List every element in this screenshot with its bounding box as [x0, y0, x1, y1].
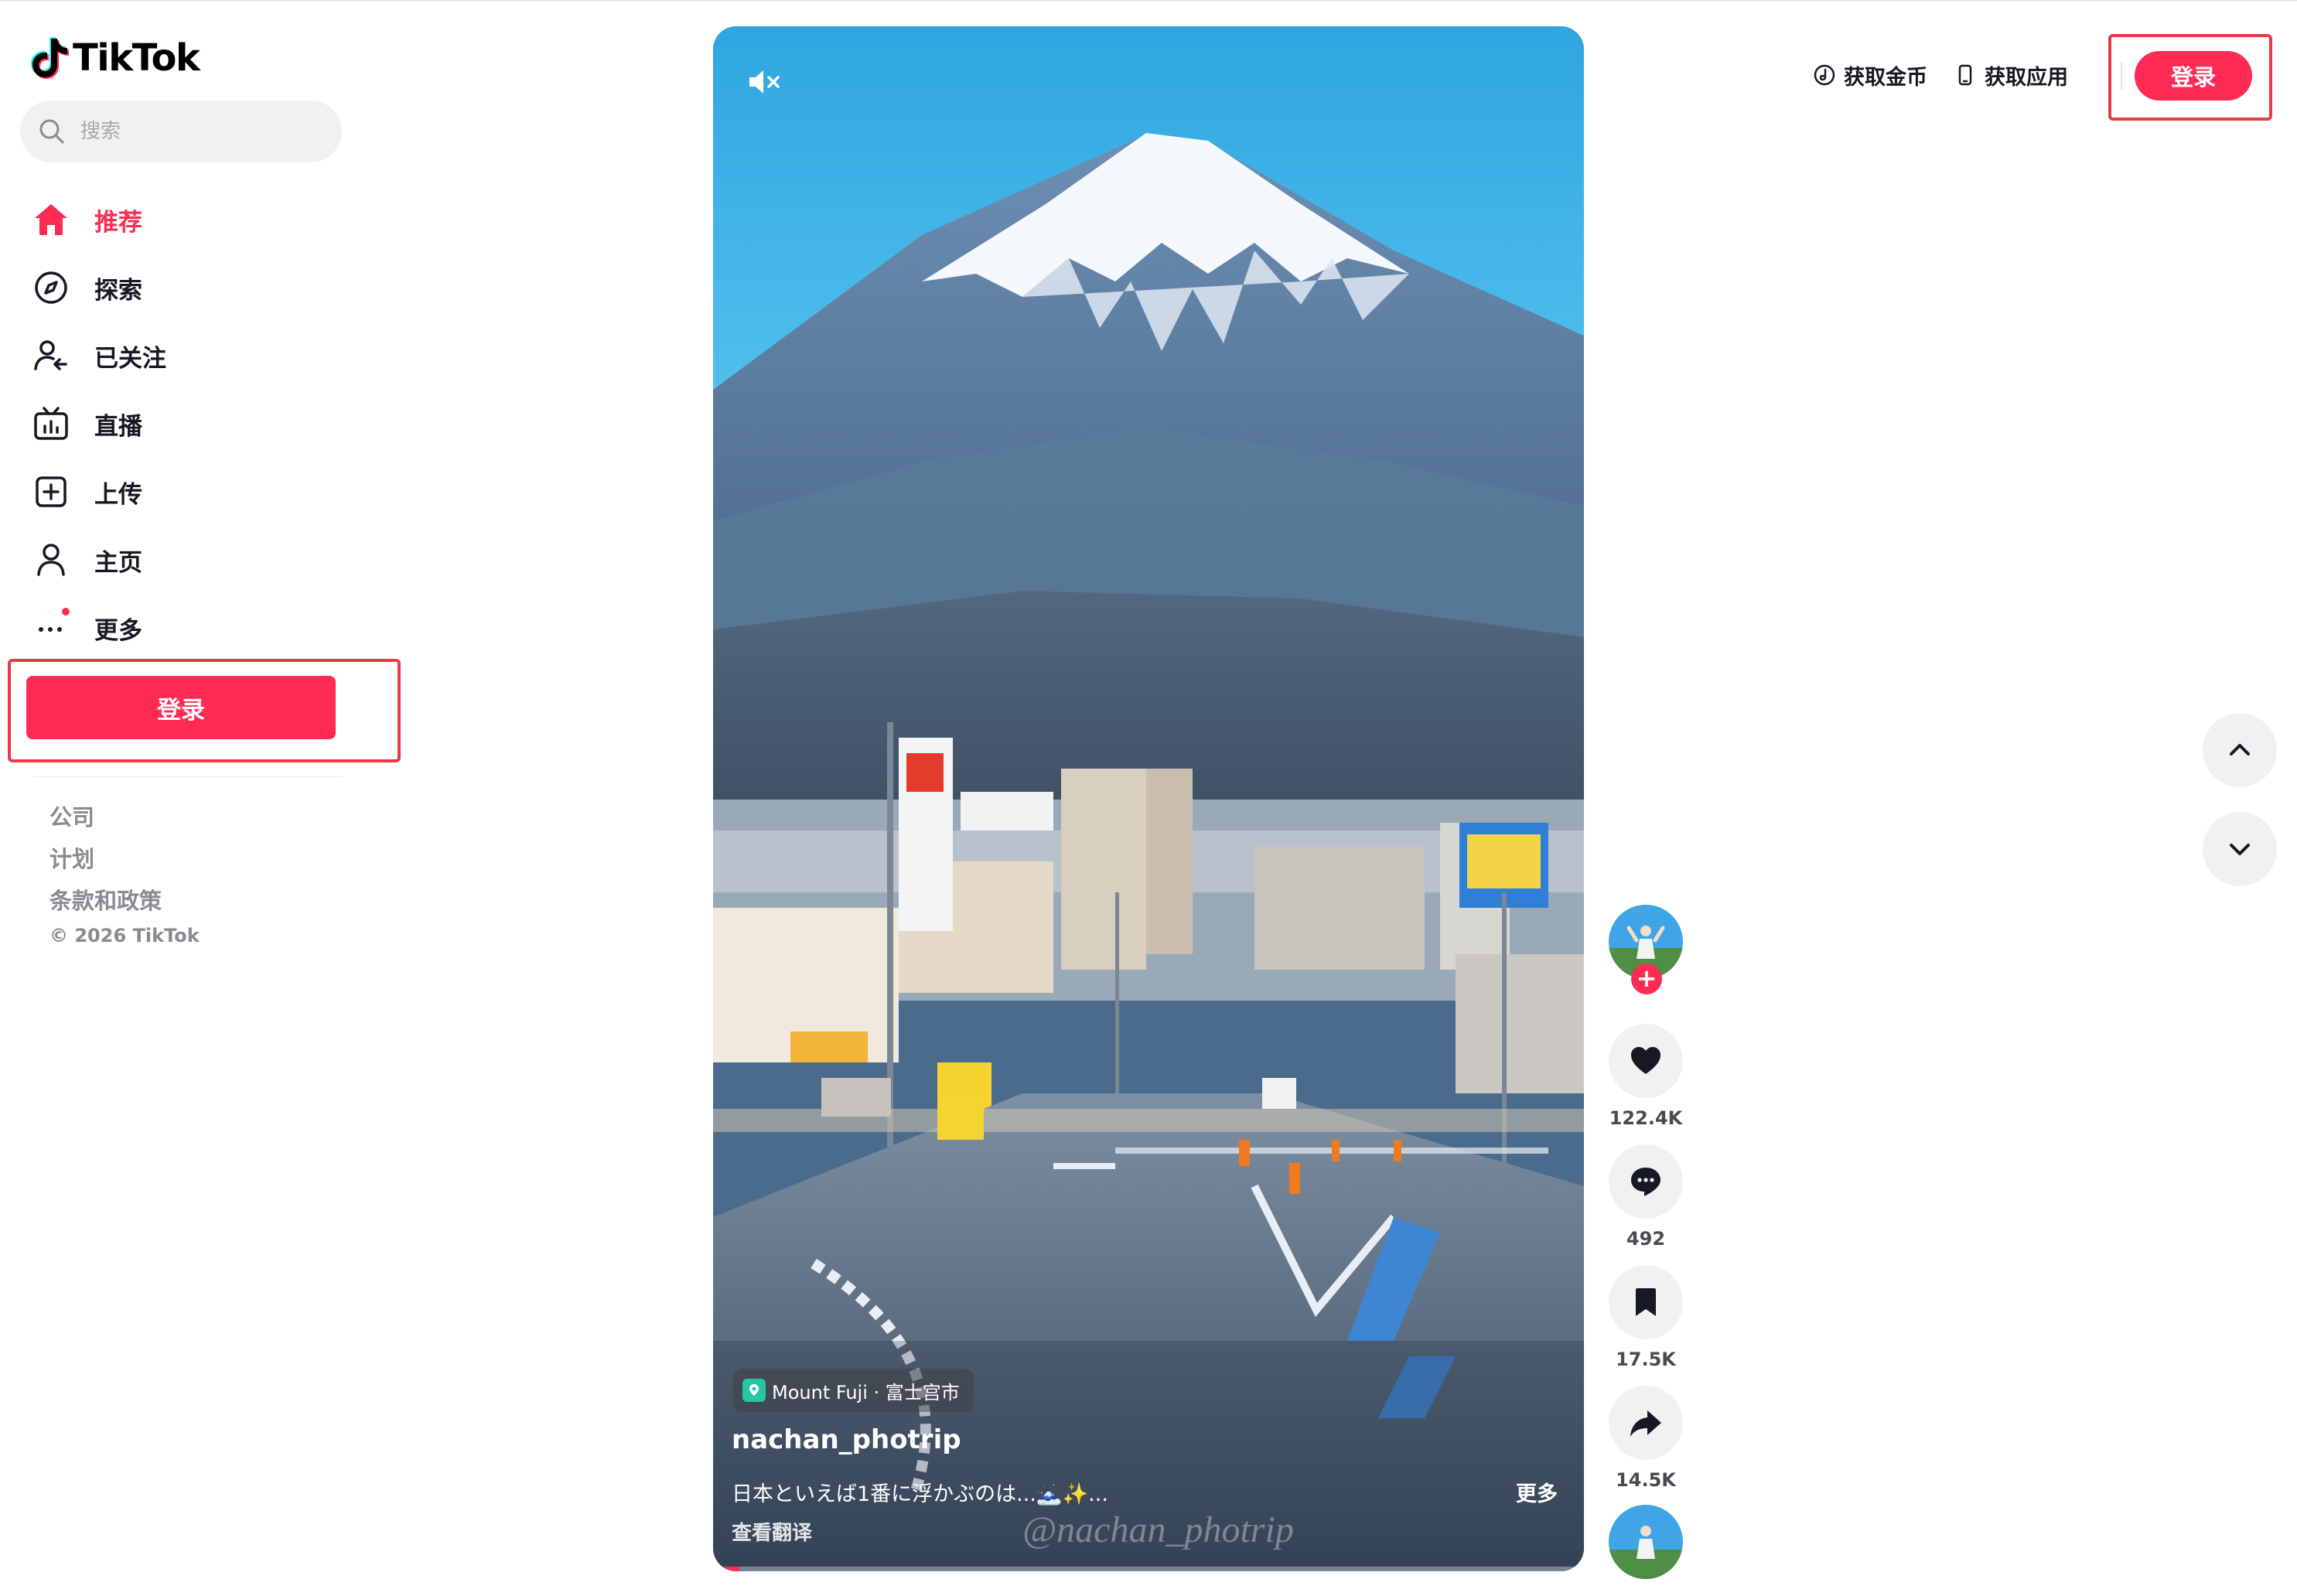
- like-action: 122.4K: [1609, 1024, 1683, 1129]
- phone-icon: [1958, 64, 1972, 86]
- copyright: © 2026 TikTok: [49, 925, 200, 946]
- upload-plus-icon: [28, 469, 74, 515]
- footer-link-company[interactable]: 公司: [49, 796, 162, 838]
- location-pin-icon: [742, 1379, 766, 1402]
- compass-icon: [28, 264, 74, 311]
- notification-dot: [62, 608, 70, 616]
- share-count: 14.5K: [1616, 1469, 1676, 1491]
- comment-bubble-icon: [1631, 1168, 1660, 1196]
- speaker-muted-icon: [749, 70, 780, 94]
- nav-item-profile[interactable]: 主页: [28, 526, 368, 594]
- home-icon: [28, 196, 74, 243]
- video-player[interactable]: @nachan_photrip Mount Fuji · 富士宫市 nachan…: [713, 26, 1584, 1571]
- heart-icon: [1631, 1047, 1660, 1074]
- following-icon: [28, 332, 74, 379]
- get-coins-label: 获取金币: [1844, 65, 1927, 90]
- video-frame-mount-fuji: @nachan_photrip: [713, 26, 1584, 1571]
- nav-label: 探索: [94, 276, 142, 305]
- comment-count: 492: [1626, 1228, 1666, 1250]
- top-login-button[interactable]: 登录: [2135, 51, 2252, 101]
- location-tag[interactable]: Mount Fuji · 富士宫市: [733, 1369, 974, 1412]
- share-action: 14.5K: [1609, 1386, 1683, 1491]
- location-label: Mount Fuji · 富士宫市: [772, 1381, 960, 1403]
- save-action: 17.5K: [1609, 1265, 1683, 1370]
- nav-label: 直播: [94, 412, 142, 441]
- like-count: 122.4K: [1609, 1107, 1683, 1129]
- chevron-down-icon: [2230, 844, 2250, 855]
- search-input[interactable]: [80, 120, 328, 143]
- share-arrow-icon: [1630, 1410, 1661, 1437]
- nav-item-live[interactable]: 直播: [28, 390, 368, 458]
- sound-avatar[interactable]: [1609, 1505, 1683, 1579]
- main-nav: 推荐 探索 已关注 直播 上传 主页 更多: [28, 186, 368, 662]
- nav-item-explore[interactable]: 探索: [28, 254, 368, 322]
- next-video-button[interactable]: [2203, 812, 2277, 886]
- mute-toggle[interactable]: [739, 57, 789, 107]
- nav-label: 推荐: [94, 208, 142, 237]
- sidebar-login-button[interactable]: 登录: [26, 676, 336, 739]
- nav-item-upload[interactable]: 上传: [28, 458, 368, 526]
- description-more-link[interactable]: 更多: [1516, 1477, 1558, 1507]
- live-tv-icon: [28, 401, 74, 447]
- save-button[interactable]: [1609, 1265, 1683, 1339]
- get-app-label: 获取应用: [1985, 65, 2068, 90]
- video-author[interactable]: nachan_photrip: [732, 1424, 961, 1455]
- nav-label: 上传: [94, 480, 142, 509]
- follow-button[interactable]: +: [1631, 963, 1662, 994]
- bookmark-icon: [1636, 1288, 1656, 1316]
- comment-button[interactable]: [1609, 1144, 1683, 1219]
- video-watermark: @nachan_photrip: [1022, 1509, 1294, 1550]
- nav-label: 已关注: [94, 344, 166, 373]
- coin-note-icon: [1814, 64, 1835, 86]
- more-dots-icon: [28, 605, 74, 651]
- video-progress-bar[interactable]: [713, 1567, 1584, 1571]
- nav-item-more[interactable]: 更多: [28, 594, 368, 662]
- tiktok-note-icon: [31, 37, 69, 79]
- logo-wordmark: TikTok: [73, 36, 200, 80]
- video-progress-fill: [713, 1567, 739, 1571]
- nav-item-foryou[interactable]: 推荐: [28, 186, 368, 254]
- search-bar[interactable]: [20, 101, 342, 162]
- get-app-link[interactable]: 获取应用: [1954, 60, 2068, 90]
- tiktok-logo[interactable]: TikTok: [31, 31, 200, 85]
- profile-icon: [28, 537, 74, 583]
- previous-video-button[interactable]: [2203, 713, 2277, 787]
- sidebar-divider: [34, 776, 343, 777]
- nav-label: 更多: [94, 616, 142, 645]
- comment-action: 492: [1609, 1144, 1683, 1250]
- like-button[interactable]: [1609, 1024, 1683, 1098]
- see-translation-link[interactable]: 查看翻译: [732, 1517, 812, 1546]
- nav-item-following[interactable]: 已关注: [28, 322, 368, 390]
- sidebar: TikTok 推荐 探索 已关注: [0, 0, 402, 1596]
- footer-link-terms[interactable]: 条款和政策: [49, 880, 162, 922]
- nav-label: 主页: [94, 548, 142, 577]
- search-icon: [39, 119, 64, 144]
- top-right-links: 获取金币 获取应用: [1813, 43, 2094, 107]
- get-coins-link[interactable]: 获取金币: [1813, 60, 1927, 90]
- save-count: 17.5K: [1616, 1349, 1676, 1370]
- video-description: 日本といえば1番に浮かぶのは...🗻✨...: [732, 1482, 1108, 1506]
- footer-links: 公司 计划 条款和政策: [49, 796, 162, 922]
- share-button[interactable]: [1609, 1386, 1683, 1460]
- chevron-up-icon: [2230, 744, 2250, 755]
- footer-link-programs[interactable]: 计划: [49, 838, 162, 880]
